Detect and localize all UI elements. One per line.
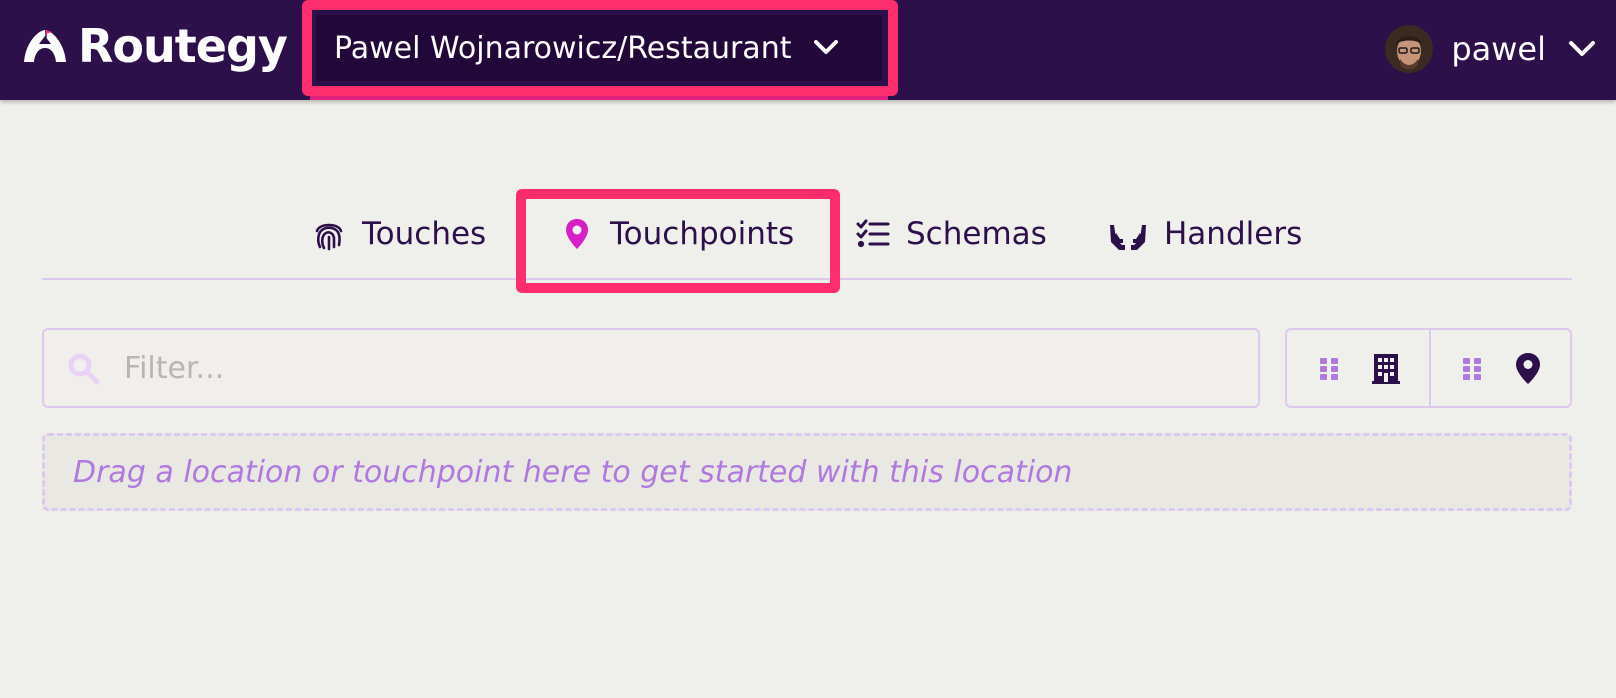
view-toggle-group — [1285, 328, 1572, 408]
drop-zone[interactable]: Drag a location or touchpoint here to ge… — [42, 433, 1572, 511]
user-menu[interactable]: pawel — [1385, 22, 1596, 76]
tab-touchpoints-label: Touchpoints — [610, 216, 795, 252]
map-pin-icon[interactable] — [1511, 351, 1545, 385]
chevron-down-icon — [814, 40, 839, 54]
tab-schemas[interactable]: Schemas — [856, 190, 1047, 278]
mountain-logo-icon — [24, 30, 66, 62]
tab-touches-label: Touches — [362, 216, 487, 252]
hands-icon — [1110, 225, 1146, 250]
map-pin-icon — [566, 219, 588, 249]
tab-handlers-label: Handlers — [1164, 216, 1303, 252]
chevron-down-icon — [1569, 41, 1595, 56]
tab-touchpoints[interactable]: Touchpoints — [560, 190, 794, 278]
grid-icon[interactable] — [1312, 351, 1346, 385]
brand-name: Routegy — [78, 19, 288, 73]
avatar — [1385, 25, 1434, 73]
search-icon — [68, 353, 100, 385]
fingerprint-icon — [315, 223, 343, 251]
checklist-icon — [856, 219, 890, 248]
touchpoint-view-toggle — [1428, 330, 1571, 406]
tab-bar: Touches Touchpoints Schemas Handlers — [42, 190, 1572, 280]
tab-divider — [42, 278, 1572, 280]
context-underline — [310, 94, 888, 100]
grid-icon[interactable] — [1455, 351, 1489, 385]
location-view-toggle — [1287, 330, 1429, 406]
tab-handlers[interactable]: Handlers — [1108, 190, 1302, 278]
tab-schemas-label: Schemas — [906, 216, 1047, 252]
building-icon[interactable] — [1369, 351, 1403, 385]
user-name: pawel — [1451, 30, 1546, 68]
top-bar: Routegy Pawel Wojnarowicz/Restaurant paw… — [0, 0, 1616, 100]
filter-input[interactable] — [122, 333, 1222, 403]
brand[interactable]: Routegy — [22, 14, 288, 78]
account-context-label: Pawel Wojnarowicz/Restaurant — [334, 30, 792, 66]
account-context-dropdown[interactable]: Pawel Wojnarowicz/Restaurant — [316, 15, 882, 81]
filter-box — [42, 328, 1260, 408]
drop-zone-text: Drag a location or touchpoint here to ge… — [73, 454, 1073, 490]
tab-touches[interactable]: Touches — [312, 190, 486, 278]
